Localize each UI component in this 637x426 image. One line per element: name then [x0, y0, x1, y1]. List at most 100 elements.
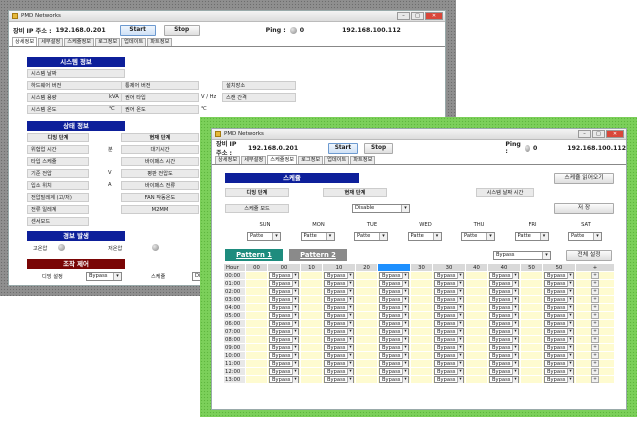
- slot-select[interactable]: Bypass: [434, 328, 464, 335]
- slot-select[interactable]: Bypass: [324, 304, 354, 311]
- slot-select[interactable]: Bypass: [489, 272, 519, 279]
- slot-select[interactable]: Bypass: [544, 288, 574, 295]
- slot-select[interactable]: Bypass: [379, 344, 409, 351]
- slot-select[interactable]: Bypass: [379, 304, 409, 311]
- row-plus-button[interactable]: +: [591, 360, 599, 367]
- front-maximize-button[interactable]: □: [592, 130, 605, 138]
- slot-select[interactable]: Bypass: [489, 288, 519, 295]
- tab-part[interactable]: 파트정보: [147, 38, 173, 46]
- slot-select[interactable]: Bypass: [324, 360, 354, 367]
- maximize-button[interactable]: □: [411, 12, 424, 20]
- row-plus-button[interactable]: +: [591, 328, 599, 335]
- slot-select[interactable]: Bypass: [434, 352, 464, 359]
- slot-select[interactable]: Bypass: [544, 320, 574, 327]
- slot-select[interactable]: Bypass: [434, 272, 464, 279]
- slot-select[interactable]: Bypass: [269, 336, 299, 343]
- tab-settings[interactable]: 세부설정: [38, 38, 64, 46]
- slot-select[interactable]: Bypass: [489, 360, 519, 367]
- row-plus-button[interactable]: +: [591, 376, 599, 383]
- row-plus-button[interactable]: +: [591, 352, 599, 359]
- slot-select[interactable]: Bypass: [544, 336, 574, 343]
- slot-select[interactable]: Bypass: [269, 368, 299, 375]
- slot-select[interactable]: Bypass: [269, 328, 299, 335]
- row-plus-button[interactable]: +: [591, 288, 599, 295]
- row-plus-button[interactable]: +: [591, 272, 599, 279]
- slot-select[interactable]: Bypass: [544, 328, 574, 335]
- slot-select[interactable]: Bypass: [269, 320, 299, 327]
- front-tab-detail[interactable]: 상세정보: [215, 156, 241, 164]
- slot-select[interactable]: Bypass: [269, 288, 299, 295]
- day-pattern-select[interactable]: Patte: [247, 232, 281, 241]
- slot-select[interactable]: Bypass: [269, 360, 299, 367]
- slot-select[interactable]: Bypass: [379, 360, 409, 367]
- slot-select[interactable]: Bypass: [379, 328, 409, 335]
- slot-select[interactable]: Bypass: [434, 280, 464, 287]
- slot-select[interactable]: Bypass: [489, 304, 519, 311]
- slot-select[interactable]: Bypass: [269, 304, 299, 311]
- row-plus-button[interactable]: +: [591, 304, 599, 311]
- slot-select[interactable]: Bypass: [379, 368, 409, 375]
- slot-select[interactable]: Bypass: [324, 368, 354, 375]
- slot-select[interactable]: Bypass: [434, 296, 464, 303]
- slot-select[interactable]: Bypass: [379, 352, 409, 359]
- day-pattern-select[interactable]: Patte: [354, 232, 388, 241]
- slot-select[interactable]: Bypass: [434, 376, 464, 383]
- schedule-mode-select[interactable]: Disable: [352, 204, 410, 213]
- slot-select[interactable]: Bypass: [489, 336, 519, 343]
- slot-select[interactable]: Bypass: [324, 312, 354, 319]
- slot-select[interactable]: Bypass: [379, 312, 409, 319]
- front-tab-settings[interactable]: 세부설정: [241, 156, 267, 164]
- slot-select[interactable]: Bypass: [269, 272, 299, 279]
- slot-select[interactable]: Bypass: [434, 288, 464, 295]
- slot-select[interactable]: Bypass: [489, 296, 519, 303]
- slot-select[interactable]: Bypass: [544, 304, 574, 311]
- slot-select[interactable]: Bypass: [379, 288, 409, 295]
- slot-select[interactable]: Bypass: [269, 376, 299, 383]
- tab-log[interactable]: 로그정보: [95, 38, 121, 46]
- slot-select[interactable]: Bypass: [269, 344, 299, 351]
- row-plus-button[interactable]: +: [591, 312, 599, 319]
- row-plus-button[interactable]: +: [591, 336, 599, 343]
- slot-select[interactable]: Bypass: [324, 280, 354, 287]
- row-plus-button[interactable]: +: [591, 320, 599, 327]
- slot-select[interactable]: Bypass: [544, 360, 574, 367]
- slot-select[interactable]: Bypass: [489, 328, 519, 335]
- read-schedule-button[interactable]: 스케쥴 읽어오기: [554, 173, 614, 184]
- all-setting-button[interactable]: 전체 설정: [566, 250, 612, 261]
- slot-select[interactable]: Bypass: [324, 336, 354, 343]
- stop-button[interactable]: Stop: [163, 24, 200, 36]
- slot-select[interactable]: Bypass: [544, 368, 574, 375]
- pattern-2-tab[interactable]: Pattern 2: [289, 249, 347, 261]
- all-setting-select[interactable]: Bypass: [493, 251, 551, 260]
- row-plus-button[interactable]: +: [591, 344, 599, 351]
- slot-select[interactable]: Bypass: [269, 296, 299, 303]
- slot-select[interactable]: Bypass: [434, 344, 464, 351]
- slot-select[interactable]: Bypass: [379, 272, 409, 279]
- front-start-button[interactable]: Start: [328, 142, 358, 154]
- slot-select[interactable]: Bypass: [544, 312, 574, 319]
- slot-select[interactable]: Bypass: [544, 352, 574, 359]
- front-tab-part[interactable]: 파트정보: [350, 156, 376, 164]
- slot-select[interactable]: Bypass: [269, 312, 299, 319]
- slot-select[interactable]: Bypass: [434, 312, 464, 319]
- slot-select[interactable]: Bypass: [434, 360, 464, 367]
- slot-select[interactable]: Bypass: [434, 368, 464, 375]
- slot-select[interactable]: Bypass: [434, 320, 464, 327]
- slot-select[interactable]: Bypass: [489, 280, 519, 287]
- dim-setting-select[interactable]: Bypass: [86, 272, 122, 281]
- save-button[interactable]: 저 장: [554, 203, 614, 214]
- day-pattern-select[interactable]: Patte: [514, 232, 549, 241]
- row-plus-button[interactable]: +: [591, 368, 599, 375]
- slot-select[interactable]: Bypass: [324, 272, 354, 279]
- slot-select[interactable]: Bypass: [324, 320, 354, 327]
- slot-select[interactable]: Bypass: [489, 368, 519, 375]
- slot-select[interactable]: Bypass: [489, 352, 519, 359]
- row-plus-button[interactable]: +: [591, 296, 599, 303]
- slot-select[interactable]: Bypass: [434, 304, 464, 311]
- front-minimize-button[interactable]: –: [578, 130, 591, 138]
- slot-select[interactable]: Bypass: [544, 272, 574, 279]
- slot-select[interactable]: Bypass: [379, 320, 409, 327]
- slot-select[interactable]: Bypass: [489, 376, 519, 383]
- day-pattern-select[interactable]: Patte: [461, 232, 495, 241]
- slot-select[interactable]: Bypass: [489, 320, 519, 327]
